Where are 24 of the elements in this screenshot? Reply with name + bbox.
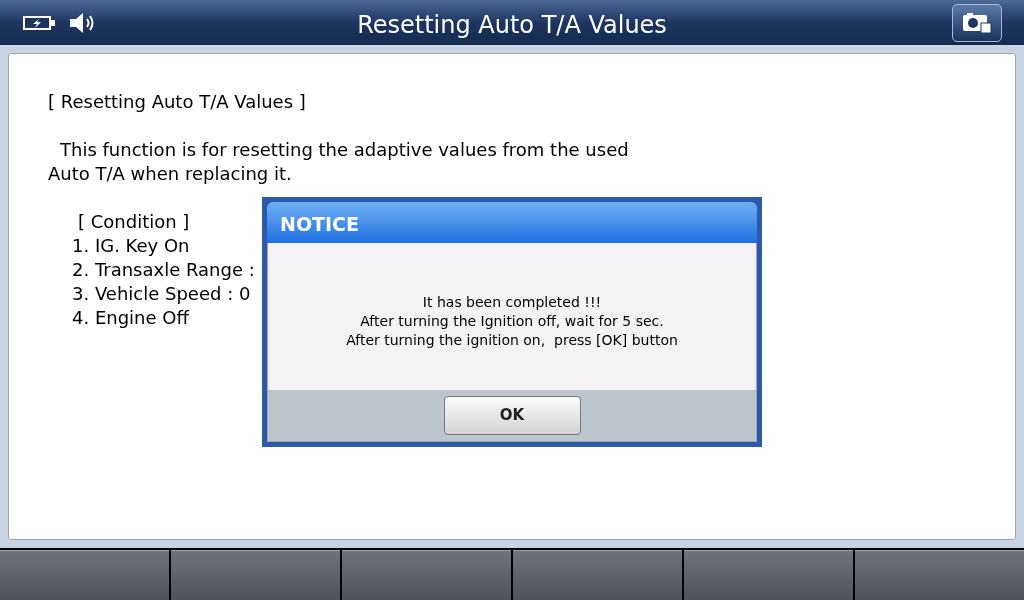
screen-title: Resetting Auto T/A Values (357, 10, 667, 41)
section-heading: [ Resetting Auto T/A Values ] (48, 90, 306, 114)
description-line: This function is for resetting the adaptive values from the used (59, 138, 629, 162)
description-line: Auto T/A when replacing it. (48, 162, 292, 186)
function-key[interactable] (855, 550, 1024, 600)
message-line: It has been completed !!! (422, 293, 602, 312)
ok-button[interactable]: OK (443, 396, 581, 435)
function-key[interactable] (171, 550, 340, 600)
camera-icon (961, 10, 993, 35)
battery-icon (22, 13, 56, 32)
dialog-title: NOTICE (267, 202, 757, 243)
speaker-icon[interactable] (68, 11, 96, 34)
function-key[interactable] (513, 550, 682, 600)
message-line: After turning the Ignition off, wait for 5 sec. (360, 312, 664, 331)
function-key[interactable] (342, 550, 511, 600)
condition-heading: [ Condition ] (77, 210, 190, 234)
screenshot-button[interactable] (952, 3, 1002, 42)
function-key[interactable] (0, 550, 169, 600)
message-line: After turning the ignition on, press [OK] button (346, 331, 678, 350)
condition-item: 4. Engine Off (71, 306, 189, 330)
condition-item: 3. Vehicle Speed : 0 (71, 282, 251, 306)
condition-item: 2. Transaxle Range : (71, 258, 255, 282)
function-key[interactable] (684, 550, 853, 600)
condition-item: 1. IG. Key On (71, 234, 190, 258)
